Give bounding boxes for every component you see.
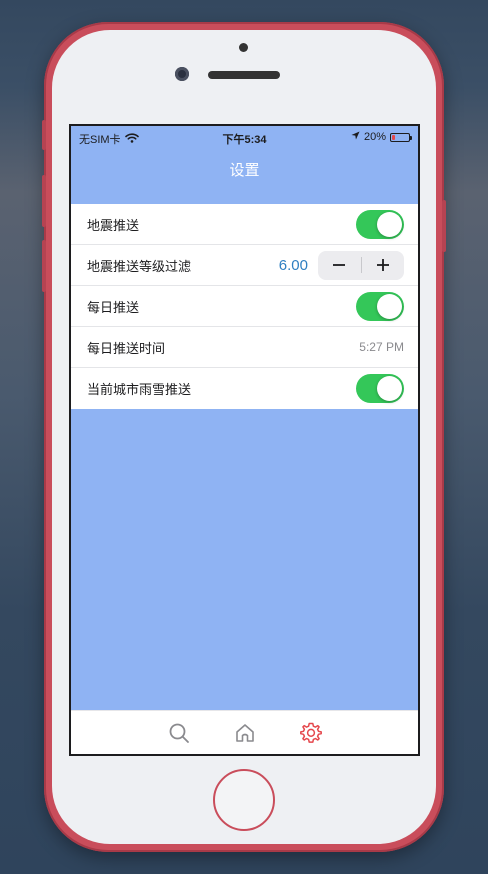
earpiece-speaker <box>208 71 280 79</box>
plus-icon <box>376 259 389 271</box>
toggle-knob <box>377 376 402 401</box>
row-earthquake-push: 地震推送 <box>71 204 418 245</box>
earthquake-push-toggle[interactable] <box>356 209 404 239</box>
city-weather-push-toggle[interactable] <box>356 374 404 403</box>
search-icon <box>169 723 189 743</box>
home-button[interactable] <box>213 769 275 831</box>
mute-switch <box>42 120 46 150</box>
location-arrow-icon <box>351 131 360 143</box>
screen-bezel: 无SIM卡 下午5:34 20% 设置 地震推送 地震推送等级过滤 6.00 每… <box>69 124 420 756</box>
home-icon <box>235 723 254 742</box>
earthquake-level-stepper <box>318 250 405 280</box>
tab-bar <box>71 710 418 754</box>
daily-push-toggle[interactable] <box>356 291 404 321</box>
earthquake-level-filter-label: 地震推送等级过滤 <box>87 258 192 274</box>
volume-up-button <box>42 175 46 227</box>
earthquake-level-value: 6.00 <box>278 256 308 274</box>
daily-push-time-label: 每日推送时间 <box>87 340 166 356</box>
volume-down-button <box>42 240 46 292</box>
app-display: 无SIM卡 下午5:34 20% 设置 地震推送 地震推送等级过滤 6.00 每… <box>71 126 418 754</box>
settings-list: 地震推送 地震推送等级过滤 6.00 每日推送 每日推送时间 5:27 PM 当… <box>71 204 418 409</box>
gear-icon <box>299 722 322 743</box>
city-weather-push-label: 当前城市雨雪推送 <box>87 382 192 397</box>
row-daily-push-time[interactable]: 每日推送时间 5:27 PM <box>71 327 418 368</box>
battery-fill <box>392 134 395 140</box>
row-earthquake-level-filter: 地震推送等级过滤 6.00 <box>71 245 418 286</box>
tab-home[interactable] <box>231 719 259 747</box>
battery-icon <box>390 132 412 142</box>
battery-percent: 20% <box>363 131 386 143</box>
minus-icon <box>333 264 346 266</box>
toggle-knob <box>377 211 402 237</box>
tab-settings[interactable] <box>297 719 325 747</box>
stepper-decrement-button[interactable] <box>318 251 361 280</box>
status-right: 20% <box>351 131 412 143</box>
toggle-knob <box>377 293 402 319</box>
daily-push-label: 每日推送 <box>87 299 140 315</box>
tab-search[interactable] <box>165 719 193 747</box>
daily-push-time-value[interactable]: 5:27 PM <box>359 340 404 354</box>
earthquake-push-label: 地震推送 <box>87 217 140 233</box>
row-city-weather-push: 当前城市雨雪推送 <box>71 368 418 409</box>
stepper-increment-button[interactable] <box>362 251 405 280</box>
status-bar: 无SIM卡 下午5:34 20% <box>71 126 418 148</box>
row-daily-push: 每日推送 <box>71 286 418 327</box>
power-button <box>442 200 446 252</box>
front-camera <box>175 67 189 81</box>
proximity-sensor <box>239 43 248 52</box>
page-title: 设置 <box>229 162 260 179</box>
